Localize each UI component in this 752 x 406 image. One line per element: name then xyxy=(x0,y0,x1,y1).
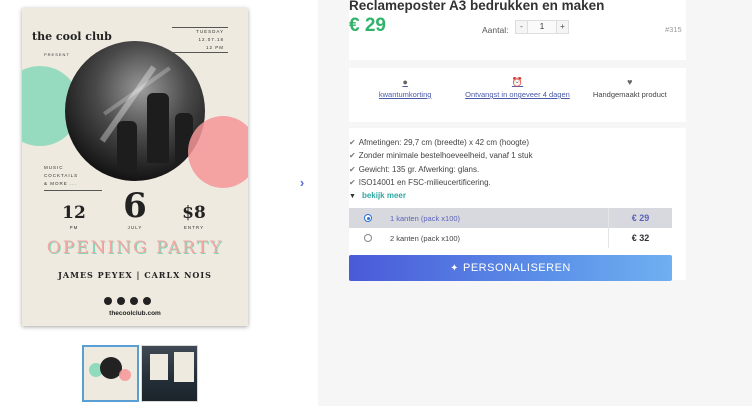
facebook-icon xyxy=(104,297,112,305)
club-name: the cool club xyxy=(32,30,112,43)
twitter-icon xyxy=(117,297,125,305)
quantity-input[interactable]: 1 xyxy=(528,20,556,34)
headline: OPENING PARTY xyxy=(46,238,224,258)
product-gallery: the cool club PRESENT TUESDAY 12.07.18 1… xyxy=(0,0,318,406)
artists: JAMES PEYEX | CARLX NOIS xyxy=(58,270,212,280)
chevron-down-icon: ▼ xyxy=(349,193,356,200)
social-icons xyxy=(104,297,151,305)
chevron-right-icon[interactable]: › xyxy=(296,176,308,190)
thumbnail-scene[interactable] xyxy=(141,345,198,402)
usp-delivery-time[interactable]: ⏰ Ontvangst in ongeveer 4 dagen xyxy=(462,68,572,122)
thumbnail-poster[interactable] xyxy=(82,345,139,402)
quantity-plus-button[interactable]: + xyxy=(556,20,569,34)
main-product-image[interactable]: the cool club PRESENT TUESDAY 12.07.18 1… xyxy=(22,8,248,326)
option-price: € 32 xyxy=(608,228,672,248)
big-number-mid: 6 xyxy=(123,186,147,226)
option-label: 2 kanten (pack x100) xyxy=(390,233,461,243)
spec-item: ✔ ISO14001 en FSC-milieucertificering. xyxy=(349,178,491,187)
product-sku: #315 xyxy=(665,25,682,34)
instagram-icon xyxy=(130,297,138,305)
product-price: € 29 xyxy=(349,15,386,36)
product-header: Reclameposter A3 bedrukken en maken € 29… xyxy=(349,0,686,60)
usp-handmade: ♥ Handgemaakt product xyxy=(575,68,685,122)
decor-pink-circle xyxy=(188,116,248,188)
thumbnail-strip xyxy=(82,345,198,402)
check-icon: ✔ xyxy=(349,138,356,147)
present-text: PRESENT xyxy=(44,52,70,57)
product-title: Reclameposter A3 bedrukken en maken xyxy=(349,0,605,13)
quantity-label: Aantal: xyxy=(482,25,509,35)
quantity-minus-button[interactable]: - xyxy=(515,20,528,34)
menu-list: MUSIC COCKTAILS & MORE ... xyxy=(44,165,79,186)
show-more-link[interactable]: ▼ bekijk meer xyxy=(349,191,406,200)
magic-wand-icon: ✦ xyxy=(450,263,459,274)
check-icon: ✔ xyxy=(349,151,356,160)
personalize-label: PERSONALISEREN xyxy=(463,262,571,274)
website: thecoolclub.com xyxy=(109,310,161,317)
option-row[interactable]: 1 kanten (pack x100) € 29 xyxy=(349,208,672,228)
option-radio[interactable] xyxy=(364,214,372,222)
big-number-right: $8 xyxy=(182,203,206,223)
usp-bar: ● kwantumkorting ⏰ Ontvangst in ongeveer… xyxy=(349,68,686,122)
band-photo xyxy=(65,41,205,181)
piggy-bank-icon: ● xyxy=(402,77,408,87)
check-icon: ✔ xyxy=(349,178,356,187)
big-number-left: 12 xyxy=(62,203,86,223)
spec-item: ✔ Gewicht: 135 gr. Afwerking: glans. xyxy=(349,165,480,174)
alarm-clock-icon: ⏰ xyxy=(511,77,524,87)
youtube-icon xyxy=(143,297,151,305)
usp-quantity-discount[interactable]: ● kwantumkorting xyxy=(350,68,460,122)
spec-item: ✔ Zonder minimale bestelhoeveelheid, vana… xyxy=(349,151,533,160)
spec-item: ✔ Afmetingen: 29,7 cm (breedte) x 42 cm (… xyxy=(349,138,530,147)
option-label: 1 kanten (pack x100) xyxy=(390,213,461,223)
option-row[interactable]: 2 kanten (pack x100) € 32 xyxy=(349,228,672,248)
option-radio[interactable] xyxy=(364,234,372,242)
option-price: € 29 xyxy=(608,208,672,228)
check-icon: ✔ xyxy=(349,165,356,174)
date-box: TUESDAY 12.07.18 12 PM xyxy=(196,29,224,50)
quantity-stepper: - 1 + xyxy=(515,20,569,34)
heart-icon: ♥ xyxy=(627,77,633,87)
personalize-button[interactable]: ✦ PERSONALISEREN xyxy=(349,255,672,281)
